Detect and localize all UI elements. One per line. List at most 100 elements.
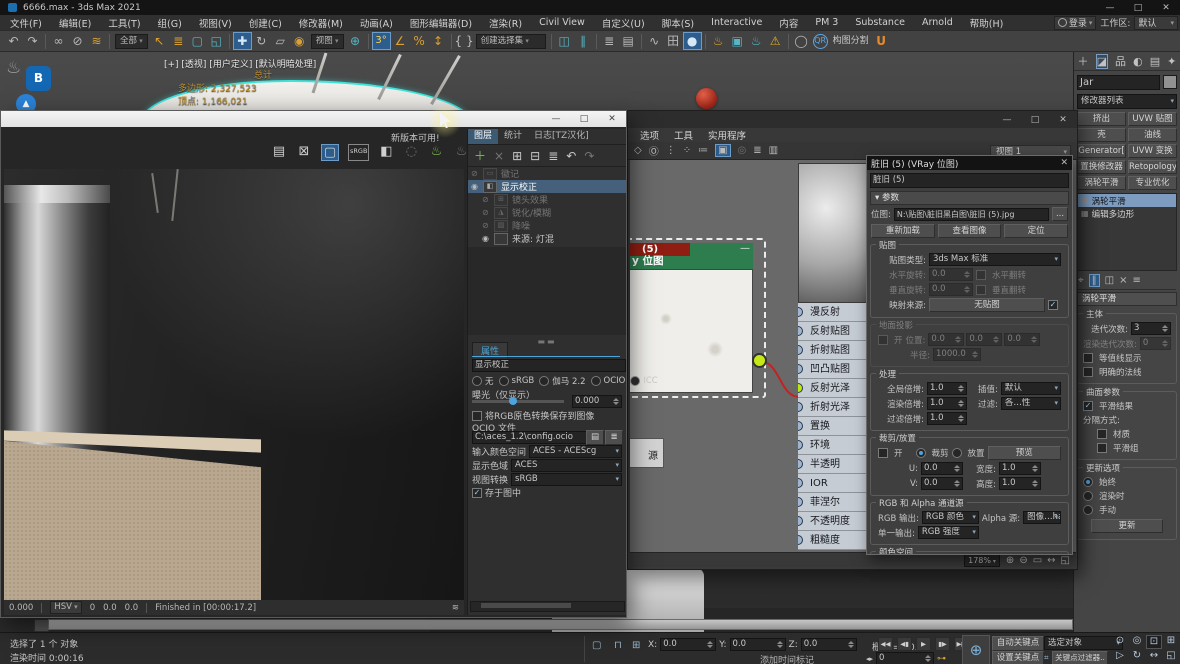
slot-socket[interactable]	[798, 402, 803, 412]
object-name-field[interactable]: Jar	[1077, 75, 1160, 90]
eye-icon[interactable]: ⊘	[482, 208, 494, 217]
selection-region-icon[interactable]: ▢	[188, 32, 207, 50]
key-filters-button[interactable]: 关键点过滤器..	[1052, 651, 1108, 664]
set-key-button[interactable]: 设置关键点	[992, 651, 1044, 664]
undo-icon[interactable]: ↶	[566, 149, 576, 163]
crop-radio[interactable]	[916, 448, 926, 458]
rgb-output-dropdown[interactable]: RGB 颜色	[922, 511, 979, 524]
vfb-close-button[interactable]: ✕	[598, 114, 626, 124]
selection-filter-dropdown[interactable]: 全部	[115, 34, 148, 49]
display-correction-radio[interactable]: 伽马 2.2	[539, 375, 585, 387]
exposure-slider[interactable]	[472, 400, 564, 403]
tab-hierarchy[interactable]: 品	[1115, 53, 1126, 69]
transform-typein-icon[interactable]: ⊞	[632, 640, 640, 651]
menu-item[interactable]: 帮助(H)	[970, 16, 1004, 30]
iterations-spinner[interactable]: 3	[1131, 322, 1171, 335]
separator[interactable]	[368, 34, 369, 49]
input-colorspace-dropdown[interactable]: ACES - ACEScg	[529, 445, 622, 458]
materials-checkbox[interactable]	[1097, 429, 1107, 439]
ocio-options-button[interactable]: ≣	[605, 430, 623, 445]
x-coordinate-field[interactable]: 0.0	[660, 638, 716, 651]
node-collapse-icon[interactable]: —	[740, 243, 750, 254]
workspace-dropdown[interactable]: 默认	[1134, 16, 1178, 30]
modifier-button[interactable]: UVW 贴图	[1128, 112, 1177, 126]
separator[interactable]	[229, 34, 230, 49]
sme-menu-item[interactable]: 选项	[640, 128, 659, 142]
load-layers-icon[interactable]: ⊞	[512, 149, 522, 163]
menu-item[interactable]: 图形编辑器(D)	[410, 16, 472, 30]
display-correction-radio[interactable]: OCIO	[591, 376, 626, 386]
select-object-icon[interactable]: ↖	[150, 32, 169, 50]
horizontal-scrollbar[interactable]	[470, 601, 625, 612]
window-crossing-icon[interactable]: ◱	[207, 32, 226, 50]
color-mode-dropdown[interactable]: HSV	[50, 601, 81, 614]
make-unique-icon[interactable]: ◫	[1105, 275, 1114, 286]
snap-toggle-icon[interactable]: 3°	[372, 32, 391, 50]
place-radio[interactable]	[952, 448, 962, 458]
pan-icon[interactable]: ↔	[1146, 650, 1162, 664]
teapot-icon[interactable]: ♨	[6, 58, 21, 78]
redo-icon[interactable]: ↷	[584, 149, 594, 163]
zoom-icon[interactable]: ⊙	[1112, 635, 1128, 649]
menu-item[interactable]: 编辑(E)	[59, 16, 91, 30]
menu-item[interactable]: 创建(C)	[249, 16, 282, 30]
smooth-result-checkbox[interactable]	[1083, 401, 1093, 411]
schematic-view-icon[interactable]: 田	[664, 32, 683, 50]
menu-item[interactable]: 视图(V)	[199, 16, 232, 30]
pan-icon[interactable]: ↔	[1047, 555, 1055, 566]
h-flip-checkbox[interactable]	[976, 270, 986, 280]
display-correction-radio[interactable]: 无	[472, 375, 494, 387]
slot-socket[interactable]	[798, 497, 803, 507]
tab-modify[interactable]: ◪	[1096, 54, 1108, 69]
object-color-swatch[interactable]	[1163, 75, 1177, 89]
region-render-icon[interactable]: ▢	[321, 144, 339, 161]
current-frame-field[interactable]: 0	[876, 652, 934, 664]
layer-list-icon[interactable]: ≣	[548, 149, 558, 163]
layer-row[interactable]: ◉来源: 灯混	[468, 232, 626, 245]
tab-display[interactable]: ▤	[1150, 55, 1160, 68]
use-pivot-center-icon[interactable]: ⊕	[346, 32, 365, 50]
material-node-preview[interactable]	[798, 163, 868, 303]
slider-knob[interactable]	[509, 397, 517, 405]
separator[interactable]	[551, 34, 552, 49]
sme-menu-item[interactable]: 实用程序	[708, 128, 746, 142]
u-plugin-icon[interactable]: U	[872, 32, 891, 50]
log-icon[interactable]: ≋	[452, 603, 459, 613]
exposure-value-spinner[interactable]: 0.000	[572, 395, 622, 408]
composition-split-label[interactable]: 构图分割	[830, 32, 872, 50]
sme-maximize-button[interactable]: □	[1021, 115, 1049, 125]
crop-v-spinner[interactable]: 0.0	[921, 477, 963, 490]
curve-editor-icon[interactable]: ∿	[645, 32, 664, 50]
undo-icon[interactable]: ↶	[4, 32, 23, 50]
selection-lock-icon[interactable]: ⊓	[614, 640, 622, 651]
modifier-button[interactable]: 置换修改器	[1077, 160, 1126, 174]
material-picker-icon[interactable]: ◇	[634, 145, 642, 156]
layer-name-field[interactable]: 显示校正	[472, 359, 626, 372]
scene-explorer-icon[interactable]: ▤	[619, 32, 638, 50]
close-button[interactable]: ✕	[1152, 3, 1180, 13]
show-end-result-icon[interactable]: ‖	[1089, 274, 1100, 287]
separator[interactable]	[451, 34, 452, 49]
layer-row[interactable]: ◉◧显示校正	[468, 180, 626, 193]
vfb-minimize-button[interactable]: —	[542, 114, 570, 124]
modifier-button[interactable]: Retopology	[1128, 160, 1177, 174]
turbosmooth-rollout-header[interactable]: 涡轮平滑	[1077, 292, 1177, 306]
slot-socket[interactable]	[798, 440, 803, 450]
select-move-icon[interactable]: ✚	[233, 32, 252, 50]
select-placement-icon[interactable]: ◉	[290, 32, 309, 50]
redo-icon[interactable]: ↷	[23, 32, 42, 50]
bitmap-path-field[interactable]: N:\贴图\脏旧黑白图\脏旧 (5).jpg	[894, 208, 1049, 221]
explicit-normals-checkbox[interactable]	[1083, 367, 1093, 377]
always-radio[interactable]	[1083, 477, 1093, 487]
add-layer-icon[interactable]: ＋	[474, 147, 486, 164]
partial-node[interactable]: 源	[630, 438, 664, 468]
separator[interactable]	[788, 34, 789, 49]
maximize-button[interactable]: □	[1124, 3, 1152, 13]
separator[interactable]	[45, 34, 46, 49]
align-icon[interactable]: ∥	[574, 32, 593, 50]
menu-item[interactable]: Interactive	[711, 17, 762, 28]
menu-item[interactable]: Arnold	[922, 17, 953, 28]
vfb-tab[interactable]: 日志[TZ汉化]	[528, 129, 595, 144]
tab-utilities[interactable]: ✦	[1167, 55, 1176, 68]
position-spinner[interactable]: 0.0	[1004, 333, 1040, 346]
